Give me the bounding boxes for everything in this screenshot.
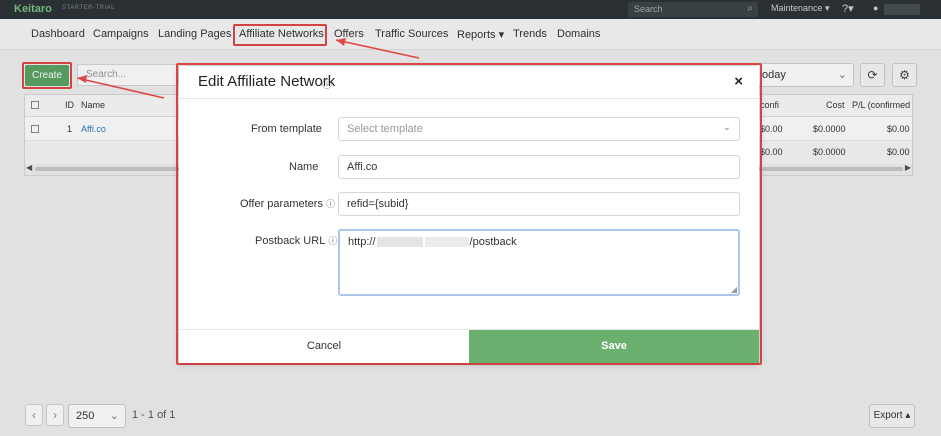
- help-icon[interactable]: ⓘ: [328, 236, 337, 246]
- help-icon[interactable]: ⓘ: [322, 76, 332, 91]
- resize-handle-icon[interactable]: ◢: [731, 285, 737, 294]
- offer-parameters-value: refid={subid}: [347, 198, 409, 210]
- offer-parameters-field[interactable]: refid={subid}: [338, 192, 740, 216]
- chevron-down-icon: ⌄: [722, 122, 731, 133]
- postback-url-label: Postback URL ⓘ: [255, 234, 337, 247]
- modal-title: Edit Affiliate Network: [198, 73, 336, 90]
- edit-affiliate-network-modal: Edit Affiliate Network ⓘ × From template…: [179, 66, 759, 363]
- name-label: Name: [289, 161, 319, 173]
- postback-url-value: http:// /postback: [348, 236, 517, 248]
- postback-url-label-text: Postback URL: [255, 235, 326, 247]
- postback-url-textarea[interactable]: http:// /postback ◢: [338, 229, 740, 296]
- redacted-domain-part: [376, 237, 423, 248]
- name-field[interactable]: Affi.co: [338, 155, 740, 179]
- postback-url-prefix: http://: [348, 236, 376, 248]
- postback-url-suffix: /postback: [469, 236, 517, 248]
- help-icon[interactable]: ⓘ: [326, 199, 335, 209]
- modal-footer: Cancel Save: [179, 329, 759, 363]
- name-value: Affi.co: [347, 161, 378, 173]
- offer-parameters-label: Offer parameters ⓘ: [240, 197, 335, 210]
- offer-parameters-label-text: Offer parameters: [240, 198, 323, 210]
- redacted-domain-part: [424, 237, 469, 248]
- modal-header: Edit Affiliate Network ⓘ ×: [179, 66, 759, 99]
- template-select[interactable]: Select template ⌄: [338, 117, 740, 141]
- close-icon[interactable]: ×: [734, 73, 743, 90]
- template-label: From template: [251, 123, 322, 135]
- template-placeholder: Select template: [347, 123, 423, 135]
- save-button[interactable]: Save: [469, 330, 759, 363]
- cancel-button[interactable]: Cancel: [179, 330, 469, 363]
